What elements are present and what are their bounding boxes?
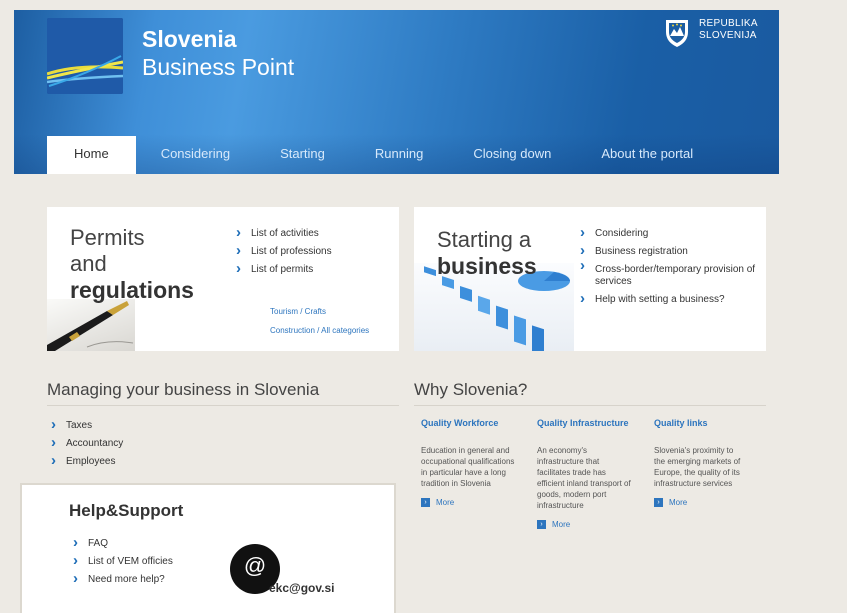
link-employees[interactable]: Employees	[49, 452, 123, 471]
tab-running[interactable]: Running	[350, 136, 448, 174]
more-arrow-icon: ›	[537, 520, 546, 529]
brand-subtitle[interactable]: Business Point	[142, 54, 294, 81]
link-vem-offices[interactable]: List of VEM officies	[71, 552, 173, 571]
link-business-registration[interactable]: Business registration	[578, 242, 758, 261]
link-faq[interactable]: FAQ	[71, 534, 173, 553]
why-divider	[414, 405, 766, 406]
link-accountancy[interactable]: Accountancy	[49, 434, 123, 453]
slovenija-label: SLOVENIJA	[699, 30, 757, 41]
support-email[interactable]: ekc@gov.si	[269, 581, 335, 595]
main-nav: Home Considering Starting Running Closin…	[47, 136, 718, 174]
link-considering[interactable]: Considering	[578, 224, 758, 243]
link-need-more-help[interactable]: Need more help?	[71, 570, 173, 589]
more-link-links[interactable]: › More	[654, 498, 746, 507]
fountain-pen-image	[47, 299, 135, 351]
permits-title[interactable]: Permits and regulations	[70, 225, 194, 304]
tab-closing-down[interactable]: Closing down	[448, 136, 576, 174]
why-slovenia-heading: Why Slovenia?	[414, 380, 528, 399]
site-logo[interactable]	[47, 18, 123, 94]
link-list-of-activities[interactable]: List of activities	[234, 224, 332, 243]
quality-infrastructure-desc: An economy's infrastructure that facilit…	[537, 446, 631, 510]
quality-infrastructure-title[interactable]: Quality Infrastructure	[537, 418, 632, 428]
link-taxes[interactable]: Taxes	[49, 416, 123, 435]
tab-starting[interactable]: Starting	[255, 136, 350, 174]
republika-label: REPUBLIKA	[699, 18, 758, 29]
tab-home[interactable]: Home	[47, 136, 136, 174]
link-list-of-permits[interactable]: List of permits	[234, 260, 332, 279]
republika-slovenija-emblem[interactable]: REPUBLIKA SLOVENIJA	[664, 18, 758, 48]
permits-card: Permits and regulations List of activiti…	[47, 207, 399, 351]
link-construction-all[interactable]: Construction / All categories	[270, 326, 369, 335]
tab-considering[interactable]: Considering	[136, 136, 255, 174]
managing-divider	[47, 405, 399, 406]
why-quality-links: Quality links Slovenia's proximity to th…	[654, 418, 746, 507]
starting-business-card: Starting a business Considering Business…	[414, 207, 766, 351]
starting-links: Considering Business registration Cross-…	[578, 224, 758, 309]
help-links: FAQ List of VEM officies Need more help?	[71, 534, 173, 589]
link-help-setting-business[interactable]: Help with setting a business?	[578, 290, 758, 309]
help-support-title: Help&Support	[69, 501, 184, 520]
quality-links-title[interactable]: Quality links	[654, 418, 746, 428]
quality-workforce-desc: Education in general and occupational qu…	[421, 446, 515, 488]
managing-heading: Managing your business in Slovenia	[47, 380, 320, 399]
permits-links: List of activities List of professions L…	[234, 224, 332, 279]
managing-links: Taxes Accountancy Employees	[49, 416, 123, 471]
why-quality-infrastructure: Quality Infrastructure An economy's infr…	[537, 418, 632, 529]
brand-title[interactable]: Slovenia	[142, 26, 237, 53]
more-link-workforce[interactable]: › More	[421, 498, 516, 507]
more-link-infrastructure[interactable]: › More	[537, 520, 632, 529]
quality-links-desc: Slovenia's proximity to the emerging mar…	[654, 446, 741, 488]
link-cross-border[interactable]: Cross-border/temporary provision of serv…	[578, 260, 758, 291]
quality-workforce-title[interactable]: Quality Workforce	[421, 418, 516, 428]
why-quality-workforce: Quality Workforce Education in general a…	[421, 418, 516, 507]
link-tourism-crafts[interactable]: Tourism / Crafts	[270, 307, 326, 316]
site-header: Slovenia Business Point REPUBLIKA SLOVEN…	[14, 10, 779, 174]
more-arrow-icon: ›	[421, 498, 430, 507]
tab-about-portal[interactable]: About the portal	[576, 136, 718, 174]
coat-of-arms-icon	[666, 20, 688, 47]
starting-title[interactable]: Starting a business	[437, 227, 537, 280]
help-support-box: Help&Support FAQ List of VEM officies Ne…	[20, 483, 396, 613]
link-list-of-professions[interactable]: List of professions	[234, 242, 332, 261]
more-arrow-icon: ›	[654, 498, 663, 507]
